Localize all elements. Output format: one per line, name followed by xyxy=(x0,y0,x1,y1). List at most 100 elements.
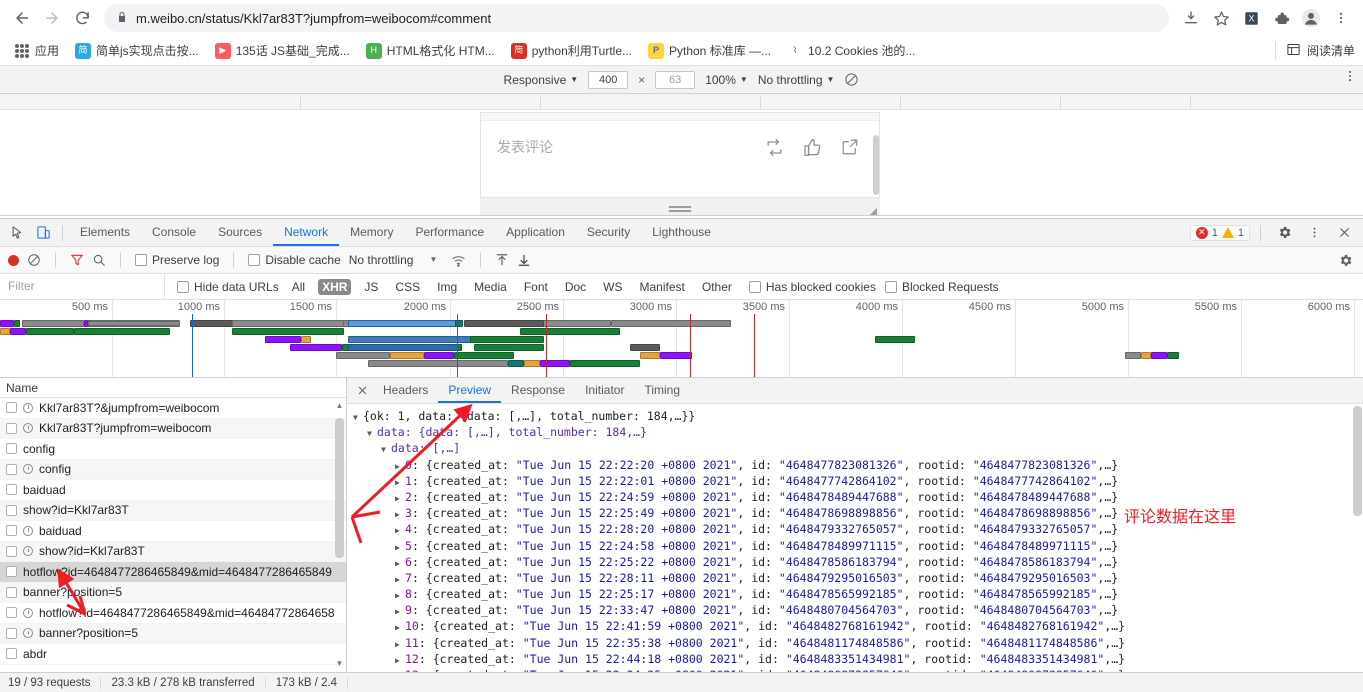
json-item-row[interactable]: ▶ 5: {created_at: "Tue Jun 15 22:24:58 +0… xyxy=(353,538,1363,554)
request-row[interactable]: config xyxy=(0,459,346,480)
row-checkbox[interactable] xyxy=(6,627,17,639)
tab-network[interactable]: Network xyxy=(273,219,340,246)
inspect-element-icon[interactable] xyxy=(4,220,30,246)
network-throttling-select[interactable]: No throttling xyxy=(349,253,414,267)
extensions-puzzle-icon[interactable] xyxy=(1267,4,1295,32)
resize-corner-icon[interactable]: ◢ xyxy=(869,205,877,215)
preserve-log-checkbox[interactable]: Preserve log xyxy=(135,253,219,267)
bookmark-star-icon[interactable] xyxy=(1207,4,1235,32)
json-item-row[interactable]: ▶ 10: {created_at: "Tue Jun 15 22:41:59 +… xyxy=(353,618,1363,634)
expand-triangle-icon[interactable]: ▶ xyxy=(395,491,405,505)
device-width-input[interactable]: 400 xyxy=(588,70,629,89)
network-conditions-icon[interactable] xyxy=(451,253,466,268)
clear-network-log-icon[interactable] xyxy=(27,253,41,267)
json-item-row[interactable]: ▶ 11: {created_at: "Tue Jun 15 22:35:38 +… xyxy=(353,635,1363,651)
tab-console[interactable]: Console xyxy=(141,219,207,246)
repost-icon[interactable] xyxy=(761,134,787,160)
expand-triangle-icon[interactable]: ▶ xyxy=(395,669,405,672)
detail-tab-timing[interactable]: Timing xyxy=(634,378,690,403)
viewport-scrollbar[interactable] xyxy=(873,135,879,195)
row-checkbox[interactable] xyxy=(6,545,17,557)
expand-triangle-icon[interactable]: ▼ xyxy=(367,426,377,440)
detail-tab-initiator[interactable]: Initiator xyxy=(575,378,634,403)
json-item-row[interactable]: ▶13: {created_at: "Tue Jun 15 22:34:25 +… xyxy=(353,667,1363,672)
row-checkbox[interactable] xyxy=(6,484,17,496)
request-row[interactable]: hotflow?id=4648477286465849&mid=46484772… xyxy=(0,603,346,624)
filter-type-ws[interactable]: WS xyxy=(599,279,626,295)
device-zoom-select[interactable]: 100% ▼ xyxy=(705,73,748,87)
close-detail-icon[interactable] xyxy=(351,380,373,402)
comment-input[interactable]: 发表评论 xyxy=(497,137,749,157)
bookmark-apps[interactable]: 应用 xyxy=(8,40,65,61)
json-array-row[interactable]: ▼ data: [,…] xyxy=(353,440,1363,456)
network-overview[interactable]: 500 ms 1000 ms 1500 ms 2000 ms 2500 ms 3… xyxy=(0,300,1363,378)
search-icon[interactable] xyxy=(92,253,106,267)
expand-triangle-icon[interactable]: ▶ xyxy=(395,637,405,651)
expand-triangle-icon[interactable]: ▶ xyxy=(395,604,405,618)
device-throttling-select[interactable]: No throttling ▼ xyxy=(758,73,835,87)
row-checkbox[interactable] xyxy=(6,607,17,619)
address-bar[interactable]: m.weibo.cn/status/Kkl7ar83T?jumpfrom=wei… xyxy=(104,4,1169,32)
profile-avatar-icon[interactable] xyxy=(1297,4,1325,32)
network-settings-gear-icon[interactable] xyxy=(1338,253,1353,268)
expand-triangle-icon[interactable]: ▼ xyxy=(353,410,363,424)
expand-triangle-icon[interactable]: ▶ xyxy=(395,459,405,473)
json-item-row[interactable]: ▶ 6: {created_at: "Tue Jun 15 22:25:22 +0… xyxy=(353,554,1363,570)
tab-elements[interactable]: Elements xyxy=(69,219,141,246)
tab-application[interactable]: Application xyxy=(495,219,576,246)
scroll-down-icon[interactable]: ▼ xyxy=(335,660,344,668)
tab-memory[interactable]: Memory xyxy=(339,219,404,246)
preview-scrollbar[interactable] xyxy=(1353,406,1362,516)
viewport-drag-handle[interactable]: ◢ xyxy=(480,198,880,215)
request-row-selected[interactable]: hotflow?id=4648477286465849&mid=46484772… xyxy=(0,562,346,583)
request-row[interactable]: Kkl7ar83T?jumpfrom=weibocom xyxy=(0,418,346,439)
detail-tab-preview[interactable]: Preview xyxy=(438,378,502,403)
filter-type-img[interactable]: Img xyxy=(433,279,461,295)
bookmark-item-4[interactable]: P Python 标准库 —... xyxy=(642,40,777,61)
no-rotate-icon[interactable] xyxy=(844,72,859,87)
share-external-icon[interactable] xyxy=(837,134,863,160)
download-icon[interactable] xyxy=(1177,4,1205,32)
reload-icon[interactable] xyxy=(68,4,96,32)
import-har-icon[interactable] xyxy=(495,253,509,267)
row-checkbox[interactable] xyxy=(6,402,17,414)
request-row[interactable]: banner?position=5 xyxy=(0,582,346,603)
expand-triangle-icon[interactable]: ▶ xyxy=(395,588,405,602)
scroll-up-icon[interactable]: ▲ xyxy=(335,402,344,410)
tab-sources[interactable]: Sources xyxy=(207,219,273,246)
row-checkbox[interactable] xyxy=(6,586,17,598)
request-row[interactable]: Kkl7ar83T?&jumpfrom=weibocom xyxy=(0,398,346,419)
expand-triangle-icon[interactable]: ▼ xyxy=(381,442,391,456)
filter-type-doc[interactable]: Doc xyxy=(561,279,590,295)
issue-counters[interactable]: ✕ 1 1 xyxy=(1189,224,1250,241)
request-row[interactable]: baiduad xyxy=(0,521,346,542)
chrome-menu-icon[interactable] xyxy=(1327,4,1355,32)
hide-data-urls-checkbox[interactable]: Hide data URLs xyxy=(177,280,279,294)
filter-type-other[interactable]: Other xyxy=(698,279,736,295)
tab-security[interactable]: Security xyxy=(576,219,641,246)
filter-type-all[interactable]: All xyxy=(288,279,309,295)
expand-triangle-icon[interactable]: ▶ xyxy=(395,523,405,537)
filter-type-font[interactable]: Font xyxy=(520,279,552,295)
export-har-icon[interactable] xyxy=(517,253,531,267)
expand-triangle-icon[interactable]: ▶ xyxy=(395,475,405,489)
request-row[interactable]: show?id=Kkl7ar83T xyxy=(0,541,346,562)
request-row[interactable]: config xyxy=(0,439,346,460)
blocked-requests-checkbox[interactable]: Blocked Requests xyxy=(884,280,999,294)
filter-type-manifest[interactable]: Manifest xyxy=(636,279,689,295)
request-row[interactable]: show?id=Kkl7ar83T xyxy=(0,500,346,521)
settings-gear-icon[interactable] xyxy=(1271,220,1297,246)
filter-type-js[interactable]: JS xyxy=(360,279,382,295)
tab-performance[interactable]: Performance xyxy=(404,219,495,246)
request-list-scrollbar[interactable]: ▲ ▼ xyxy=(335,400,344,670)
record-button[interactable] xyxy=(8,254,19,266)
like-thumbs-up-icon[interactable] xyxy=(799,134,825,160)
json-item-row[interactable]: ▶ 1: {created_at: "Tue Jun 15 22:22:01 +0… xyxy=(353,473,1363,489)
expand-triangle-icon[interactable]: ▶ xyxy=(395,572,405,586)
detail-tab-headers[interactable]: Headers xyxy=(373,378,438,403)
request-row[interactable]: banner?position=5 xyxy=(0,623,346,644)
reading-list-button[interactable]: 阅读清单 xyxy=(1274,41,1355,60)
request-row[interactable]: baiduad xyxy=(0,480,346,501)
row-checkbox[interactable] xyxy=(6,566,17,578)
back-arrow-icon[interactable] xyxy=(8,4,36,32)
